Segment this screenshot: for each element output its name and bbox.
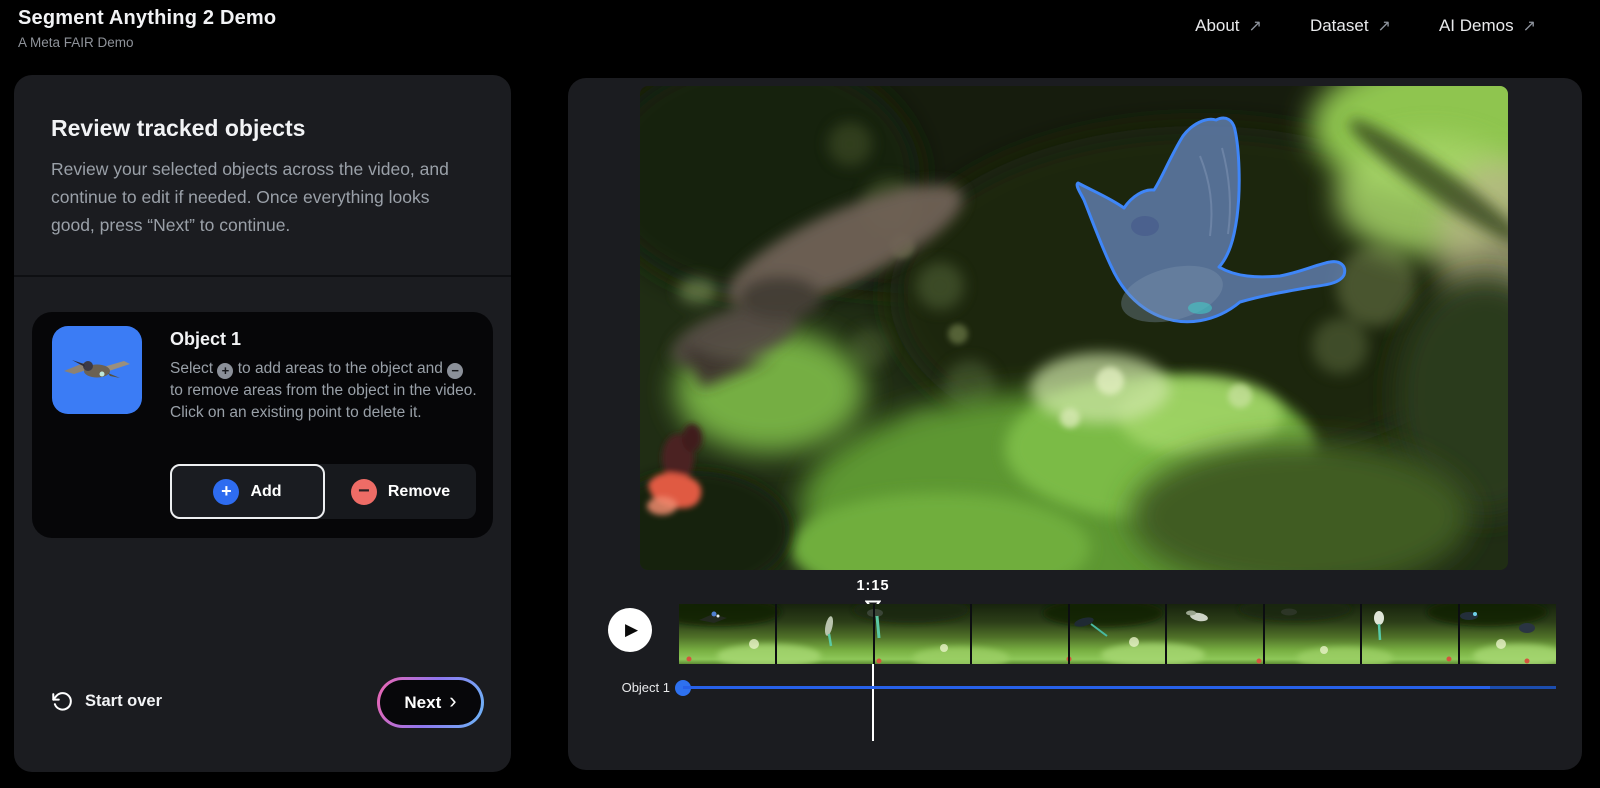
- plus-circle-icon: +: [217, 363, 233, 379]
- instruction-text: to add areas to the object and: [238, 360, 443, 377]
- hummingbird-thumbnail-image: [60, 347, 134, 393]
- object-card[interactable]: Object 1 Select + to add areas to the ob…: [32, 312, 493, 538]
- chevron-right-icon: ›: [449, 688, 456, 714]
- page-title: Segment Anything 2 Demo: [18, 7, 276, 30]
- object-thumbnail[interactable]: [52, 326, 142, 414]
- nav-link-dataset[interactable]: Dataset ↗: [1310, 16, 1391, 36]
- instruction-text: to remove areas from the object in the v…: [170, 382, 477, 421]
- divider: [14, 275, 511, 277]
- review-heading: Review tracked objects: [51, 115, 305, 142]
- start-over-label: Start over: [85, 692, 162, 711]
- next-button[interactable]: Next ›: [377, 677, 484, 728]
- add-button-label: Add: [250, 483, 281, 501]
- track-line-progress: [683, 686, 1490, 689]
- external-link-icon: ↗: [1523, 16, 1536, 36]
- add-button[interactable]: + Add: [170, 464, 325, 519]
- playhead-timecode: 1:15: [833, 578, 913, 594]
- video-canvas[interactable]: [640, 86, 1508, 570]
- track-label: Object 1: [598, 680, 670, 695]
- video-frame-foliage-scene: [640, 86, 1508, 570]
- nav-link-ai-demos[interactable]: AI Demos ↗: [1439, 16, 1536, 36]
- nav-link-label: Dataset: [1310, 16, 1369, 36]
- minus-circle-icon: −: [351, 479, 377, 505]
- track-line-rest: [1490, 686, 1556, 689]
- external-link-icon: ↗: [1249, 16, 1262, 36]
- video-player-panel: 1:15 ▶: [568, 78, 1582, 770]
- filmstrip-frames: [679, 604, 1556, 664]
- app-header: Segment Anything 2 Demo A Meta FAIR Demo: [18, 7, 276, 50]
- edit-mode-toggle: + Add − Remove: [170, 464, 476, 519]
- minus-circle-icon: −: [447, 363, 463, 379]
- object-title: Object 1: [170, 329, 241, 350]
- start-over-button[interactable]: Start over: [51, 690, 162, 712]
- review-description: Review your selected objects across the …: [51, 155, 475, 239]
- review-panel: Review tracked objects Review your selec…: [14, 75, 511, 772]
- nav-link-about[interactable]: About ↗: [1195, 16, 1262, 36]
- nav-link-label: AI Demos: [1439, 16, 1514, 36]
- instruction-text: Select: [170, 360, 213, 377]
- timeline-filmstrip[interactable]: [679, 604, 1556, 664]
- object-instructions: Select + to add areas to the object and …: [170, 358, 478, 424]
- remove-button[interactable]: − Remove: [325, 464, 476, 519]
- external-link-icon: ↗: [1378, 16, 1391, 36]
- top-nav: About ↗ Dataset ↗ AI Demos ↗: [1195, 16, 1536, 36]
- nav-link-label: About: [1195, 16, 1239, 36]
- play-icon: ▶: [625, 620, 638, 640]
- page-subtitle: A Meta FAIR Demo: [18, 35, 276, 50]
- next-button-label: Next: [404, 693, 441, 713]
- remove-button-label: Remove: [388, 483, 450, 501]
- restart-icon: [51, 690, 73, 712]
- plus-circle-icon: +: [213, 479, 239, 505]
- play-button[interactable]: ▶: [608, 608, 652, 652]
